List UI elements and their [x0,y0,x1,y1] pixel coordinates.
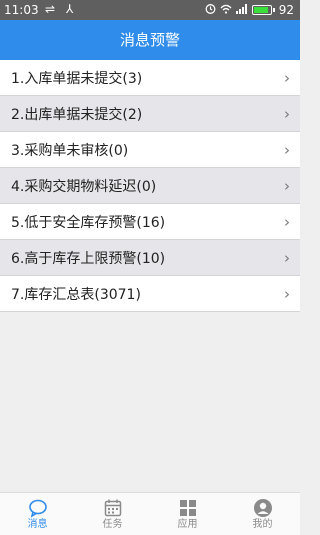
chevron-right-icon: › [284,176,290,195]
battery-fill [253,7,269,13]
message-item[interactable]: 1.入库单据未提交(3) › [0,60,300,96]
status-time: 11:03 [4,3,39,17]
chevron-right-icon: › [284,140,290,159]
user-icon [253,498,273,518]
message-item[interactable]: 7.库存汇总表(3071) › [0,276,300,312]
signal-icon [235,3,248,17]
message-item-label: 6.高于库存上限预警(10) [11,250,166,267]
header-bar: 消息预警 [0,20,300,60]
status-right: 92 [205,3,294,17]
tab-user[interactable]: 我的 [225,493,300,535]
bottom-tab-bar: 消息 任务 应用 我的 [0,492,300,535]
tab-label: 消息 [27,518,48,530]
chevron-right-icon: › [284,104,290,123]
message-item-label: 5.低于安全库存预警(16) [11,214,166,231]
battery-tip [272,8,275,12]
tab-grid[interactable]: 应用 [150,493,225,535]
message-item[interactable]: 2.出库单据未提交(2) › [0,96,300,132]
status-bar: 11:03 ⇌ ⅄ 92 [0,0,300,20]
message-item-label: 2.出库单据未提交(2) [11,106,143,123]
battery-level: 92 [278,3,294,17]
chevron-right-icon: › [284,68,290,87]
usb-icon: ⇌ [45,2,56,16]
message-item-label: 4.采购交期物料延迟(0) [11,178,157,195]
tab-label: 任务 [102,518,123,530]
chevron-right-icon: › [284,284,290,303]
message-item[interactable]: 3.采购单未审核(0) › [0,132,300,168]
message-item[interactable]: 5.低于安全库存预警(16) › [0,204,300,240]
message-item-label: 7.库存汇总表(3071) [11,286,141,303]
page-title: 消息预警 [119,31,180,49]
battery-icon [251,5,272,15]
message-item[interactable]: 4.采购交期物料延迟(0) › [0,168,300,204]
message-item-label: 1.入库单据未提交(3) [11,70,143,87]
chevron-right-icon: › [284,212,290,231]
share-icon: ⅄ [66,2,74,16]
alarm-icon [205,3,216,17]
message-item-label: 3.采购单未审核(0) [11,142,129,159]
tab-calendar[interactable]: 任务 [75,493,150,535]
message-list: 1.入库单据未提交(3) › 2.出库单据未提交(2) › 3.采购单未审核(0) › 4.… [0,60,300,312]
tab-label: 我的 [252,518,273,530]
message-item[interactable]: 6.高于库存上限预警(10) › [0,240,300,276]
tab-message[interactable]: 消息 [0,493,75,535]
chevron-right-icon: › [284,248,290,267]
grid-icon [178,498,198,518]
message-icon [28,498,48,518]
calendar-icon [103,498,123,518]
tab-label: 应用 [177,518,198,530]
wifi-icon [220,3,232,17]
